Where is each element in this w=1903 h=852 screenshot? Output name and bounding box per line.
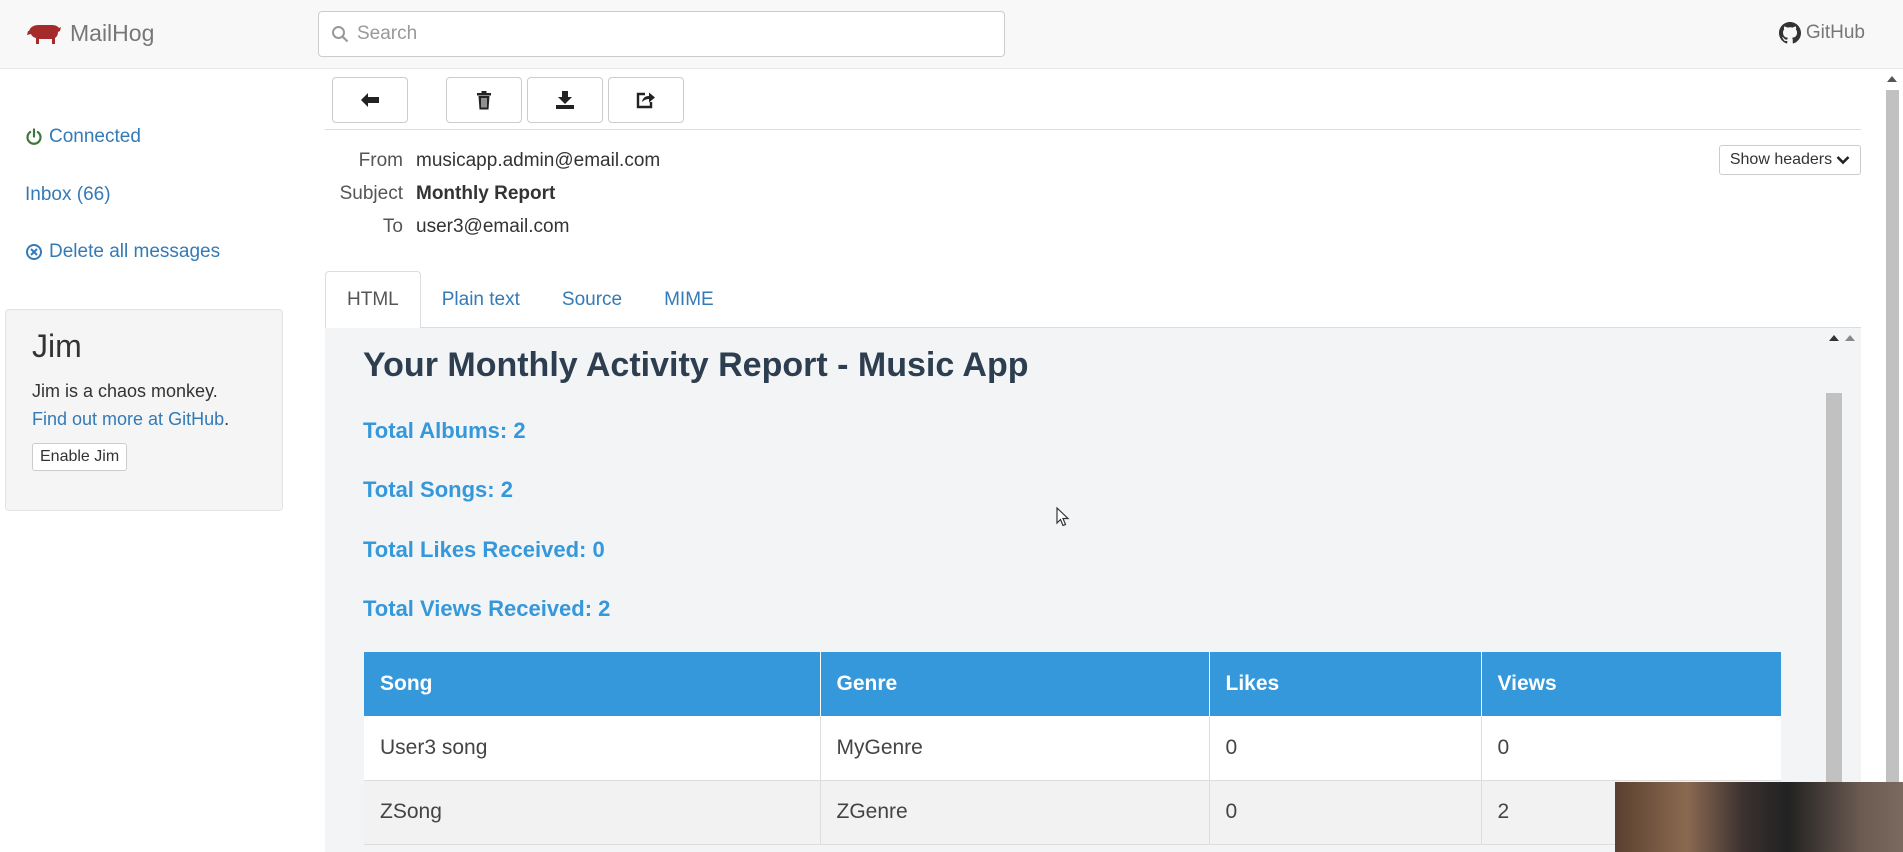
subject-label: Subject [339, 183, 403, 204]
search-box[interactable] [318, 11, 1005, 57]
brand[interactable]: MailHog [26, 20, 154, 47]
release-button[interactable] [608, 77, 684, 123]
power-icon [26, 128, 42, 145]
to-value: user3@email.com [416, 216, 570, 237]
connected-label: Connected [49, 126, 141, 147]
cell-song: ZSong [364, 780, 821, 845]
cell-views: 0 [1481, 716, 1781, 781]
back-button[interactable] [332, 77, 408, 123]
jim-github-link[interactable]: Find out more at GitHub [32, 409, 224, 429]
jim-panel: Jim Jim is a chaos monkey. Find out more… [5, 309, 283, 511]
connection-status: Connected [25, 126, 141, 148]
brand-name: MailHog [70, 20, 155, 46]
tab-html[interactable]: HTML [325, 271, 421, 329]
stat-likes: Total Likes Received: 0 [363, 537, 605, 562]
cell-song: User3 song [364, 716, 821, 781]
from-label: From [358, 150, 403, 171]
chevron-down-icon [1836, 156, 1850, 165]
column-header-likes: Likes [1209, 652, 1482, 716]
download-icon [556, 91, 574, 109]
delete-all-messages-link[interactable]: Delete all messages [25, 241, 220, 263]
download-button[interactable] [527, 77, 603, 123]
cell-genre: ZGenre [820, 780, 1210, 845]
jim-title: Jim [32, 328, 82, 364]
email-heading: Your Monthly Activity Report - Music App [363, 346, 1029, 384]
email-scrollbar[interactable] [1826, 335, 1842, 783]
navbar: MailHog GitHub [0, 0, 1903, 69]
toolbar-divider [325, 129, 1861, 130]
cell-likes: 0 [1209, 716, 1482, 781]
songs-table: Song Genre Likes Views User3 song MyGenr… [364, 652, 1781, 845]
stat-albums: Total Albums: 2 [363, 418, 526, 443]
sidebar-item-inbox[interactable]: Inbox (66) [25, 184, 111, 206]
column-header-song: Song [364, 652, 821, 716]
enable-jim-button[interactable]: Enable Jim [32, 443, 128, 471]
tab-source[interactable]: Source [541, 271, 643, 328]
circle-x-icon [26, 244, 42, 260]
email-body: Your Monthly Activity Report - Music App… [325, 328, 1861, 852]
trash-icon [477, 90, 491, 109]
show-headers-label: Show headers [1729, 151, 1833, 168]
webcam-overlay [1615, 782, 1903, 852]
delete-all-label: Delete all messages [49, 241, 221, 262]
search-icon [332, 26, 349, 43]
page-scrollbar-thumb[interactable] [1886, 90, 1899, 844]
inbox-label: Inbox (66) [25, 184, 111, 205]
scroll-up-arrow-icon[interactable] [1845, 335, 1855, 341]
subject-value: Monthly Report [416, 183, 556, 204]
page-scrollbar[interactable] [1884, 72, 1901, 844]
cell-genre: MyGenre [820, 716, 1210, 781]
mouse-cursor-icon [1056, 507, 1070, 527]
stat-views: Total Views Received: 2 [363, 596, 611, 621]
header-to: To user3@email.com [325, 216, 569, 238]
stat-songs: Total Songs: 2 [363, 477, 513, 502]
page-scroll-up-arrow-icon[interactable] [1887, 76, 1897, 82]
pig-icon [27, 24, 61, 44]
jim-description: Jim is a chaos monkey. Find out more at … [32, 377, 256, 433]
jim-period: . [224, 409, 230, 429]
column-header-views: Views [1481, 652, 1781, 716]
search-input[interactable] [357, 23, 957, 45]
share-icon [636, 92, 655, 109]
arrow-left-icon [361, 93, 379, 107]
tab-mime[interactable]: MIME [643, 271, 735, 328]
scroll-up-arrow-icon[interactable] [1829, 335, 1839, 341]
delete-button[interactable] [446, 77, 522, 123]
cell-likes: 0 [1209, 780, 1482, 845]
header-subject: Subject Monthly Report [325, 183, 556, 205]
show-headers-button[interactable]: Show headers [1719, 145, 1861, 175]
table-row: ZSong ZGenre 0 2 [364, 780, 1781, 845]
column-header-genre: Genre [820, 652, 1210, 716]
view-tabs: HTML Plain text Source MIME [325, 271, 1861, 329]
tab-plain-text[interactable]: Plain text [421, 271, 541, 328]
from-value: musicapp.admin@email.com [416, 150, 661, 171]
email-scrollbar-thumb[interactable] [1826, 393, 1842, 783]
table-header-row: Song Genre Likes Views [364, 652, 1781, 716]
to-label: To [382, 216, 403, 237]
github-icon [1778, 22, 1801, 44]
header-from: From musicapp.admin@email.com [325, 150, 661, 172]
table-row: User3 song MyGenre 0 0 [364, 716, 1781, 781]
jim-text: Jim is a chaos monkey. [32, 381, 218, 401]
github-label: GitHub [1805, 22, 1865, 43]
github-link[interactable]: GitHub [1778, 22, 1865, 44]
